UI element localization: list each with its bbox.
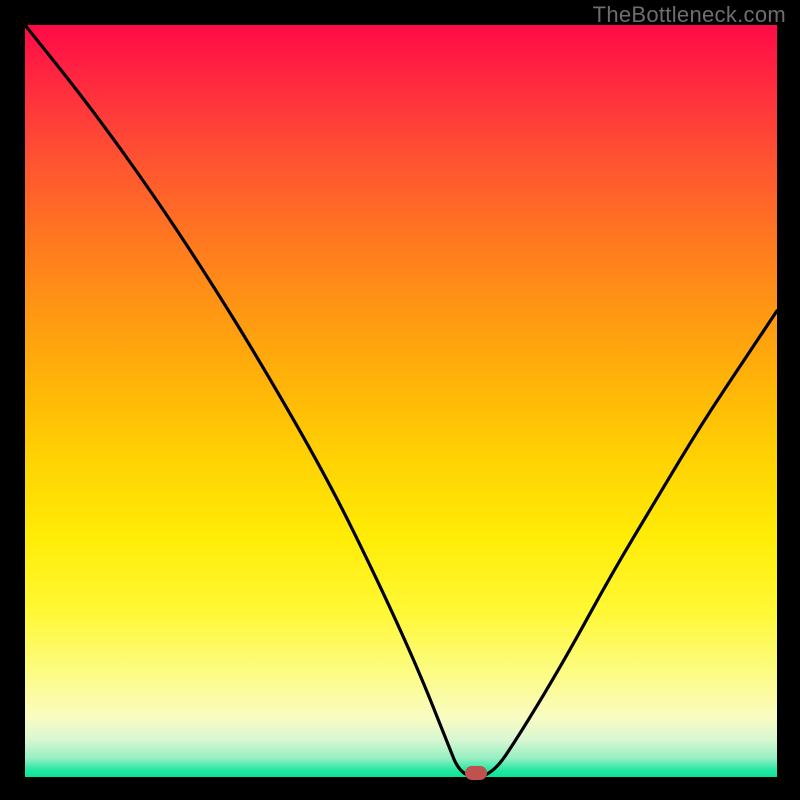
bottleneck-curve: [25, 25, 777, 777]
plot-area: [25, 25, 777, 777]
chart-container: TheBottleneck.com: [0, 0, 800, 800]
optimal-point-marker: [465, 766, 487, 780]
